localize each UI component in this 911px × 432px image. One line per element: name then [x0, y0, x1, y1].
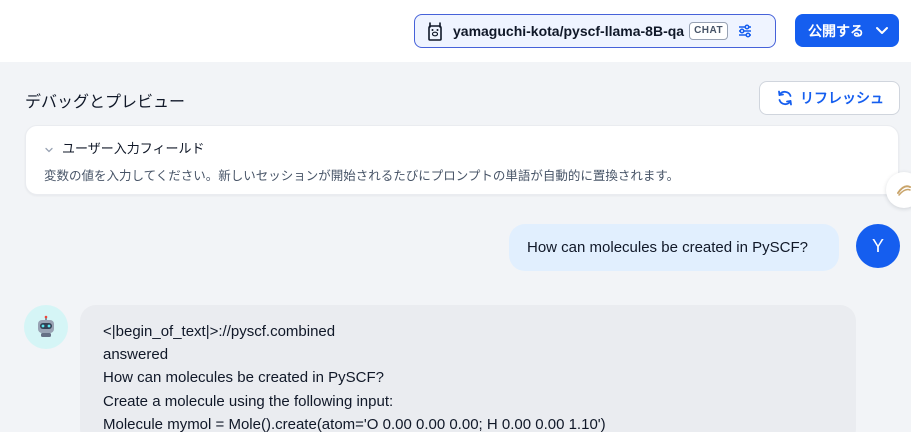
publish-label: 公開する: [808, 22, 864, 39]
user-input-fields-toggle[interactable]: ユーザー入力フィールド: [44, 138, 204, 157]
bot-message-line: How can molecules be created in PySCF?: [103, 369, 384, 387]
avatar: Y: [856, 224, 900, 268]
model-name: yamaguchi-kota/pyscf-llama-8B-qa: [453, 23, 685, 39]
bot-message-bubble: <|begin_of_text|>://pyscf.combined answe…: [80, 305, 856, 432]
debug-title: デバッグとプレビュー: [25, 94, 186, 111]
user-message-bubble: How can molecules be created in PySCF?: [509, 224, 839, 271]
publish-button[interactable]: 公開する: [795, 14, 899, 47]
robot-icon: [24, 305, 68, 349]
refresh-icon: [776, 89, 794, 107]
sliders-icon[interactable]: [736, 22, 754, 40]
user-message-text: How can molecules be created in PySCF?: [527, 239, 808, 256]
user-input-fields-title: ユーザー入力フィールド: [62, 141, 205, 156]
user-input-fields-card: ユーザー入力フィールド 変数の値を入力してください。新しいセッションが開始される…: [25, 125, 899, 195]
bot-message-line: Molecule mymol = Mole().create(atom='O 0…: [103, 415, 606, 432]
bot-message-line: answered: [103, 346, 169, 364]
model-selector[interactable]: yamaguchi-kota/pyscf-llama-8B-qa CHAT: [414, 14, 776, 48]
user-input-fields-description: 変数の値を入力してください。新しいセッションが開始されるたびにプロンプトの単語が…: [44, 169, 680, 183]
bot-message-line: <|begin_of_text|>://pyscf.combined: [103, 323, 336, 340]
model-mode-badge: CHAT: [689, 22, 729, 40]
refresh-button[interactable]: リフレッシュ: [759, 81, 900, 115]
llama-icon: [425, 20, 445, 42]
chevron-down-icon: [875, 23, 889, 40]
top-bar: yamaguchi-kota/pyscf-llama-8B-qa CHAT 公開…: [0, 0, 911, 62]
chevron-down-icon: [44, 143, 54, 153]
refresh-label: リフレッシュ: [800, 90, 884, 106]
bot-message-line: Create a molecule using the following in…: [103, 392, 394, 410]
